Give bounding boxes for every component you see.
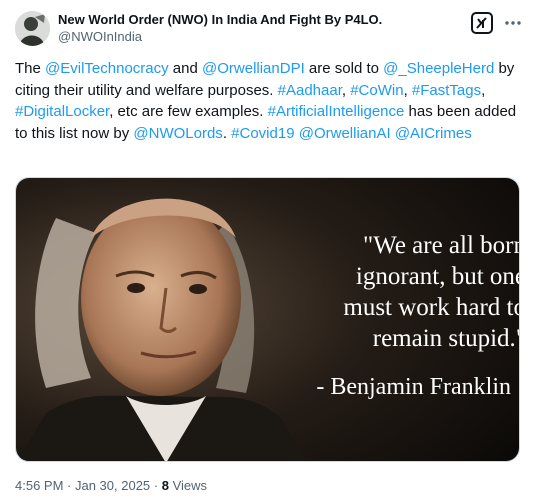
quote-text: "We are all born ignorant, but one must … bbox=[316, 230, 520, 354]
mention-link[interactable]: @_SheepleHerd bbox=[383, 60, 494, 77]
hashtag-link[interactable]: #ArtificialIntelligence bbox=[268, 103, 405, 120]
tweet-date[interactable]: Jan 30, 2025 bbox=[75, 478, 150, 493]
meta-separator: · bbox=[150, 478, 162, 493]
hashtag-link[interactable]: #DigitalLocker bbox=[15, 103, 109, 120]
mention-link[interactable]: @EvilTechnocracy bbox=[45, 60, 169, 77]
grok-glyph bbox=[476, 17, 487, 29]
tweet-time[interactable]: 4:56 PM bbox=[15, 478, 63, 493]
author-names: New World Order (NWO) In India And Fight… bbox=[58, 12, 382, 45]
more-icon[interactable] bbox=[503, 13, 523, 33]
tweet-meta: 4:56 PM · Jan 30, 2025 · 8 Views bbox=[15, 478, 207, 493]
hashtag-link[interactable]: #Aadhaar bbox=[278, 82, 342, 99]
tweet-text-fragment: , bbox=[341, 81, 351, 99]
views-count: 8 bbox=[161, 478, 169, 493]
quote-line: "We are all born bbox=[363, 232, 520, 259]
avatar[interactable] bbox=[15, 11, 50, 46]
tweet-text-fragment: . bbox=[222, 124, 232, 142]
tweet-text: The @EvilTechnocracy and @OrwellianDPI a… bbox=[15, 58, 523, 144]
quote-line: ignorant, but one bbox=[355, 263, 520, 290]
meta-separator: · bbox=[63, 478, 75, 493]
views-label: Views bbox=[168, 478, 208, 493]
tweet-text-fragment: , bbox=[403, 81, 412, 99]
tweet-text-fragment: are sold to bbox=[304, 60, 384, 77]
mention-link[interactable]: @OrwellianAI bbox=[299, 125, 391, 142]
hashtag-link[interactable]: #CoWin bbox=[350, 82, 403, 99]
quote-attribution: - Benjamin Franklin bbox=[316, 374, 511, 400]
mention-link[interactable]: @NWOLords bbox=[133, 125, 222, 142]
mention-link[interactable]: @AICrimes bbox=[395, 125, 472, 142]
tweet-text-fragment: The bbox=[15, 60, 46, 77]
hashtag-link[interactable]: #Covid19 bbox=[231, 125, 294, 142]
more-dots bbox=[505, 21, 521, 25]
tweet-text-fragment: , bbox=[481, 81, 486, 99]
hashtag-link[interactable]: #FastTags bbox=[412, 82, 481, 99]
tweet-text-fragment: and bbox=[168, 60, 202, 77]
mention-link[interactable]: @OrwellianDPI bbox=[202, 60, 305, 77]
tweet-header: New World Order (NWO) In India And Fight… bbox=[15, 11, 523, 47]
author-display-name[interactable]: New World Order (NWO) In India And Fight… bbox=[58, 12, 382, 28]
quote-line: must work hard to bbox=[343, 294, 520, 321]
author-handle[interactable]: @NWOInIndia bbox=[58, 28, 382, 45]
tweet-media[interactable]: "We are all born ignorant, but one must … bbox=[15, 177, 520, 462]
tweet-text-fragment: , etc are few examples. bbox=[109, 103, 268, 120]
grok-icon[interactable] bbox=[471, 12, 493, 34]
quote-line: remain stupid." bbox=[372, 325, 520, 352]
avatar-image bbox=[15, 11, 50, 46]
